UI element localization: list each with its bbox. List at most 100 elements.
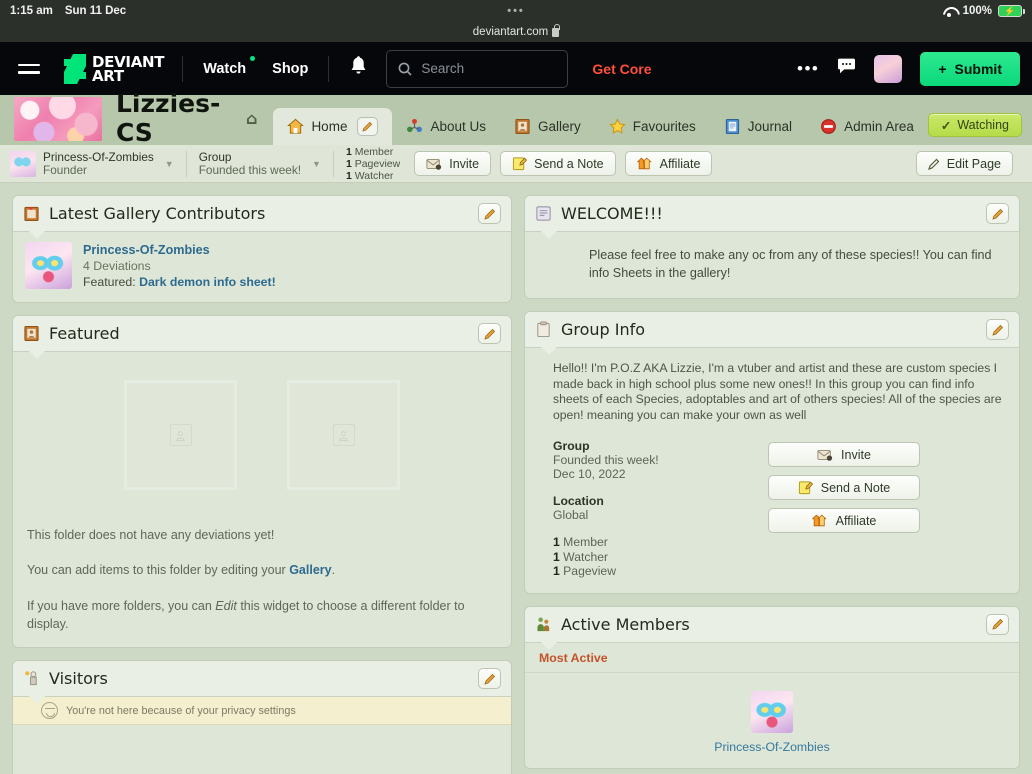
founder-role: Founder: [43, 162, 87, 177]
affiliate-button[interactable]: Affiliate: [768, 508, 920, 533]
watching-button[interactable]: ✓ Watching: [927, 113, 1022, 137]
group-stats: 1 Member 1 Watcher 1 Pageview: [553, 535, 768, 579]
user-avatar[interactable]: [874, 54, 903, 83]
nav-link-watch[interactable]: Watch: [201, 55, 256, 81]
group-label: Group: [553, 439, 590, 453]
stat-watcher: 1 Watcher: [553, 549, 609, 564]
group-block[interactable]: Group Founded this week! ▼: [198, 149, 333, 177]
edit-widget-button[interactable]: [986, 319, 1009, 340]
widget-title: Latest Gallery Contributors: [49, 204, 266, 223]
group-info-actions: Invite Send a Note Affiliate: [768, 439, 920, 579]
group-banner-image[interactable]: [14, 96, 102, 141]
pencil-icon: [483, 673, 495, 685]
group-counts: 1 Member 1 Pageview 1 Watcher: [346, 146, 414, 182]
pencil-icon: [362, 121, 373, 132]
contributor-row: Princess-Of-Zombies 4 Deviations Feature…: [13, 232, 511, 302]
pencil-icon: [991, 618, 1003, 630]
clipboard-icon: [537, 321, 550, 338]
group-tabs: Home About Us Gallery Favourites Journal…: [273, 95, 1032, 145]
edit-widget-button[interactable]: [478, 323, 501, 344]
send-note-button[interactable]: Send a Note: [768, 475, 920, 500]
stat-member: 1 Member: [553, 535, 608, 549]
right-column: WELCOME!!! Please feel free to make any …: [524, 195, 1020, 769]
founder-avatar[interactable]: [10, 150, 36, 177]
most-active-label: Most Active: [525, 643, 1019, 673]
send-note-button[interactable]: Send a Note: [500, 151, 616, 176]
deviantart-mark-icon: [64, 53, 86, 84]
edit-home-tab-button[interactable]: [357, 117, 379, 136]
notifications-bell-icon[interactable]: [349, 55, 368, 82]
widget-title: WELCOME!!!: [561, 204, 663, 223]
plus-icon: +: [938, 60, 947, 77]
submit-button[interactable]: + Submit: [920, 51, 1020, 86]
tab-home[interactable]: Home: [273, 108, 393, 145]
contributor-details: Princess-Of-Zombies 4 Deviations Feature…: [83, 242, 276, 290]
featured-icon: [24, 325, 39, 342]
location-label: Location: [553, 494, 604, 508]
widget-active-members: Active Members Most Active Princess-Of-Z…: [524, 605, 1020, 769]
menu-icon[interactable]: [18, 63, 40, 74]
invite-icon: [817, 449, 833, 461]
group-info-details: Group Founded this week! Dec 10, 2022 Lo…: [553, 439, 1003, 579]
tab-admin-area[interactable]: Admin Area: [806, 108, 928, 145]
battery-charging-icon: ⚡: [998, 5, 1025, 17]
group-home-icon: ⌂: [245, 108, 258, 128]
invite-button[interactable]: Invite: [414, 151, 492, 176]
widget-visitors: Visitors You're not here because of your…: [12, 660, 512, 774]
thumbnail-placeholder[interactable]: [287, 380, 400, 490]
gallery-link[interactable]: Gallery: [289, 563, 331, 577]
navbar-right-group: ••• + Submit: [797, 51, 1020, 86]
affiliate-icon: [636, 157, 652, 170]
affiliate-button[interactable]: Affiliate: [624, 151, 713, 176]
pencil-icon: [483, 208, 495, 220]
status-center: •••: [0, 6, 1032, 17]
get-core-link[interactable]: Get Core: [592, 61, 651, 77]
widget-header: Featured: [13, 316, 511, 359]
contributor-username[interactable]: Princess-Of-Zombies: [83, 242, 276, 258]
nav-divider-2: [328, 55, 330, 82]
widget-group-info: Group Info Hello!! I'm P.O.Z AKA Lizzie,…: [524, 311, 1020, 594]
visitors-empty-area: [13, 725, 511, 774]
tab-gallery[interactable]: Gallery: [500, 108, 595, 145]
edit-widget-button[interactable]: [478, 203, 501, 224]
browser-url-bar[interactable]: deviantart.com: [0, 22, 1032, 42]
edit-widget-button[interactable]: [986, 203, 1009, 224]
group-label: Group: [198, 149, 232, 164]
lock-icon: [552, 23, 560, 37]
founder-block[interactable]: Princess-Of-Zombies Founder ▼: [10, 150, 186, 177]
status-left: 1:15 am Sun 11 Dec: [10, 5, 126, 17]
more-options-icon[interactable]: •••: [797, 60, 819, 77]
thumbnail-placeholder[interactable]: [124, 380, 237, 490]
contributor-avatar[interactable]: [25, 242, 72, 289]
contributor-featured: Featured: Dark demon info sheet!: [83, 275, 276, 289]
edit-widget-button[interactable]: [478, 668, 501, 689]
tab-about-us[interactable]: About Us: [392, 108, 500, 145]
nav-link-shop[interactable]: Shop: [270, 57, 310, 81]
member-username[interactable]: Princess-Of-Zombies: [714, 740, 829, 754]
stat-pageview: 1 Pageview: [553, 564, 617, 578]
invite-button[interactable]: Invite: [768, 442, 920, 467]
date: Sun 11 Dec: [64, 5, 127, 17]
group-founded: Founded this week!: [553, 453, 659, 467]
tab-journal[interactable]: Journal: [710, 108, 806, 145]
edit-page-button[interactable]: Edit Page: [915, 151, 1013, 176]
widget-header: Group Info: [525, 312, 1019, 355]
page-main: Latest Gallery Contributors Princess-Of-…: [0, 183, 1032, 774]
status-right: 100% ⚡: [942, 5, 1025, 17]
edit-widget-button[interactable]: [986, 613, 1009, 635]
watch-notification-dot-icon: [250, 55, 256, 61]
chevron-down-icon[interactable]: ▼: [165, 159, 174, 169]
left-column: Latest Gallery Contributors Princess-Of-…: [12, 195, 512, 774]
tab-favourites[interactable]: Favourites: [595, 108, 710, 145]
chevron-down-icon-2[interactable]: ▼: [312, 159, 321, 169]
member-avatar[interactable]: [751, 690, 793, 733]
pencil-icon: [991, 324, 1003, 336]
deviantart-logo[interactable]: DEVIANT ART: [64, 53, 164, 84]
featured-deviation-link[interactable]: Dark demon info sheet!: [139, 275, 276, 289]
clock: 1:15 am: [10, 5, 53, 17]
image-placeholder-icon: [169, 424, 192, 446]
messages-icon[interactable]: [837, 58, 856, 79]
widget-welcome: WELCOME!!! Please feel free to make any …: [524, 195, 1020, 299]
search-input[interactable]: Search: [386, 49, 569, 88]
search-placeholder: Search: [421, 61, 465, 76]
